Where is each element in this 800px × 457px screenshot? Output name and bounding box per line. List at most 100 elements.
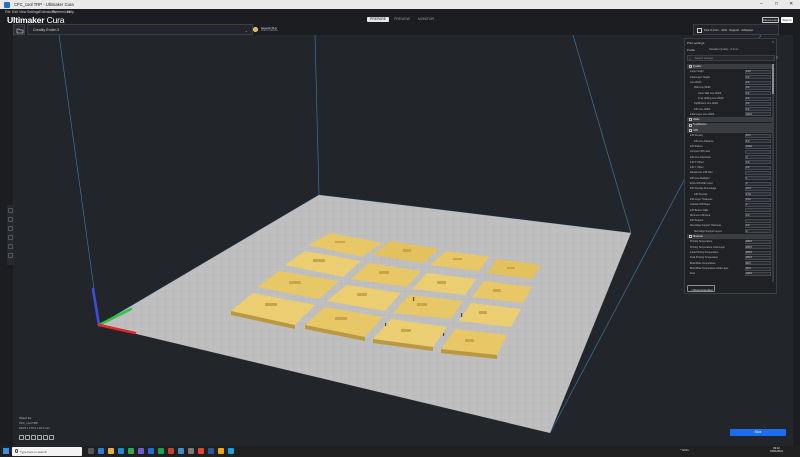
setting-label: Infill Layer Thickness (690, 197, 713, 201)
scale-tool-icon[interactable] (8, 217, 13, 222)
3d-view-icon[interactable] (19, 435, 24, 440)
left-view-icon[interactable] (37, 435, 42, 440)
material-selector[interactable]: Generic PLA 0.4mm Nozzle (253, 24, 313, 35)
setting-value-field[interactable] (745, 229, 771, 234)
setting-value: 0.4 (746, 107, 750, 111)
support-blocker-icon[interactable] (8, 253, 13, 258)
settings-section-material[interactable]: Material (687, 234, 773, 239)
mail-icon[interactable] (118, 448, 124, 454)
search-placeholder: Search settings (695, 57, 713, 61)
per-model-settings-icon[interactable] (8, 244, 13, 249)
front-view-icon[interactable] (25, 435, 30, 440)
setting-label: Minimum Infill Area (690, 213, 711, 217)
right-view-icon[interactable] (43, 435, 48, 440)
model-dimensions: 194.5 x 175.4 x 10.0 mm (19, 426, 50, 430)
tab-preview[interactable]: PREVIEW (391, 17, 413, 22)
file-name: CFC_cool TRP (19, 421, 38, 425)
print-settings-summary[interactable]: Fine 0.1mm · 10% · Support · Adhesion (693, 24, 779, 35)
clock-date: 16/01/2021 (770, 450, 783, 454)
object-list-toggle[interactable]: Object list (19, 416, 31, 420)
powerpoint-icon[interactable] (168, 448, 174, 454)
setting-value-field[interactable] (745, 202, 771, 207)
settings-section-walls[interactable]: Walls (687, 117, 773, 123)
menu-edit[interactable]: Edit (12, 10, 18, 14)
rotate-tool-icon[interactable] (8, 226, 13, 231)
settings-taskbar-icon[interactable] (188, 448, 194, 454)
setting-value-field[interactable] (745, 155, 771, 160)
tab-prepare[interactable]: PREPARE (367, 17, 389, 22)
menu-file[interactable]: File (5, 10, 10, 14)
task-view-icon[interactable] (88, 448, 94, 454)
teams-icon[interactable] (228, 448, 234, 454)
settings-section-top-bottom[interactable]: Top/Bottom (687, 122, 773, 128)
setting-value-field[interactable] (745, 208, 771, 213)
store-icon[interactable] (138, 448, 144, 454)
nozzle-size: 0.4mm Nozzle (261, 29, 278, 33)
windows-start-icon[interactable] (3, 448, 9, 454)
minimize-icon[interactable]: – (760, 1, 763, 7)
settings-search-input[interactable]: ⌕ Search settings (687, 55, 775, 61)
profile-label: Profile (687, 48, 695, 52)
setting-value-field[interactable] (745, 181, 771, 186)
setting-label: Line Width (690, 81, 702, 84)
outlook-icon[interactable] (208, 448, 214, 454)
setting-row[interactable]: Flow 100.0 (687, 271, 773, 276)
taskbar-search-input[interactable]: Type here to search (12, 447, 82, 456)
window-titlebar: CFC_cool TRP - Ultimaker Cura – □ ✕ (0, 0, 800, 9)
close-icon[interactable]: ✕ (789, 1, 793, 7)
menu-settings[interactable]: Settings (27, 10, 39, 14)
build-volume-scene[interactable] (13, 35, 793, 446)
file-explorer-icon[interactable] (108, 448, 114, 454)
setting-value: 8.0 (746, 139, 750, 143)
setting-value: 60.0 (746, 266, 751, 270)
printer-selector[interactable]: Creality Ender-3 ⌄ (27, 24, 253, 35)
open-file-button[interactable] (13, 24, 25, 35)
word-icon[interactable] (148, 448, 154, 454)
settings-menu-icon[interactable]: ≡ (776, 55, 778, 60)
3d-viewport[interactable] (13, 35, 793, 446)
setting-value: 0.2 (746, 75, 750, 79)
edge-icon[interactable] (98, 448, 104, 454)
mirror-tool-icon[interactable] (8, 235, 13, 240)
system-tray[interactable]: ^ ENG (680, 448, 689, 452)
perspective-icon[interactable] (49, 435, 54, 440)
section-icon (688, 235, 692, 238)
move-tool-icon[interactable] (8, 208, 13, 213)
setting-value: 0.4 (746, 81, 750, 84)
setting-value: 0.12 (746, 197, 751, 201)
settings-scrollbar-thumb[interactable] (772, 64, 774, 94)
setting-value-field[interactable] (745, 218, 771, 223)
setting-value-field[interactable] (745, 149, 771, 154)
notes-icon[interactable] (218, 448, 224, 454)
setting-label: Infill Density (690, 134, 703, 138)
maximize-icon[interactable]: □ (775, 1, 778, 7)
setting-value: 200.0 (746, 240, 752, 244)
setting-value-field[interactable] (745, 171, 771, 176)
settings-section-quality[interactable]: Quality (687, 64, 773, 69)
top-view-icon[interactable] (31, 435, 36, 440)
sign-in-button[interactable]: Sign in (781, 16, 793, 23)
recommended-mode-button[interactable]: < Recommended (687, 285, 715, 292)
settings-scrollbar[interactable] (772, 64, 774, 282)
close-icon[interactable]: × (772, 40, 774, 44)
settings-section-infill[interactable]: Infill (687, 127, 773, 133)
setting-value: 200.0 (746, 245, 752, 249)
menu-help[interactable]: Help (67, 10, 74, 14)
setting-value-field[interactable] (745, 176, 771, 181)
photos-icon[interactable] (198, 448, 204, 454)
setting-value: 1 (746, 176, 748, 180)
marketplace-button[interactable]: Marketplace (762, 16, 779, 23)
printer-name: Creality Ender-3 (33, 28, 59, 33)
cura-taskbar-icon[interactable] (178, 448, 184, 454)
excel-icon[interactable] (158, 448, 164, 454)
slice-button[interactable]: Slice (730, 429, 786, 436)
window-title: CFC_cool TRP - Ultimaker Cura (14, 1, 74, 7)
setting-label: Infill Line Width (694, 107, 711, 111)
section-title: Walls (693, 117, 700, 121)
chrome-icon[interactable] (128, 448, 134, 454)
tab-monitor[interactable]: MONITOR (415, 17, 437, 22)
taskbar-clock[interactable]: 09:12 16/01/2021 (770, 447, 783, 454)
setting-label: Infill Line Directions (690, 155, 711, 159)
profile-selector[interactable]: Profile Standard Quality - 0.2mm (687, 47, 775, 53)
menu-view[interactable]: View (19, 10, 26, 14)
